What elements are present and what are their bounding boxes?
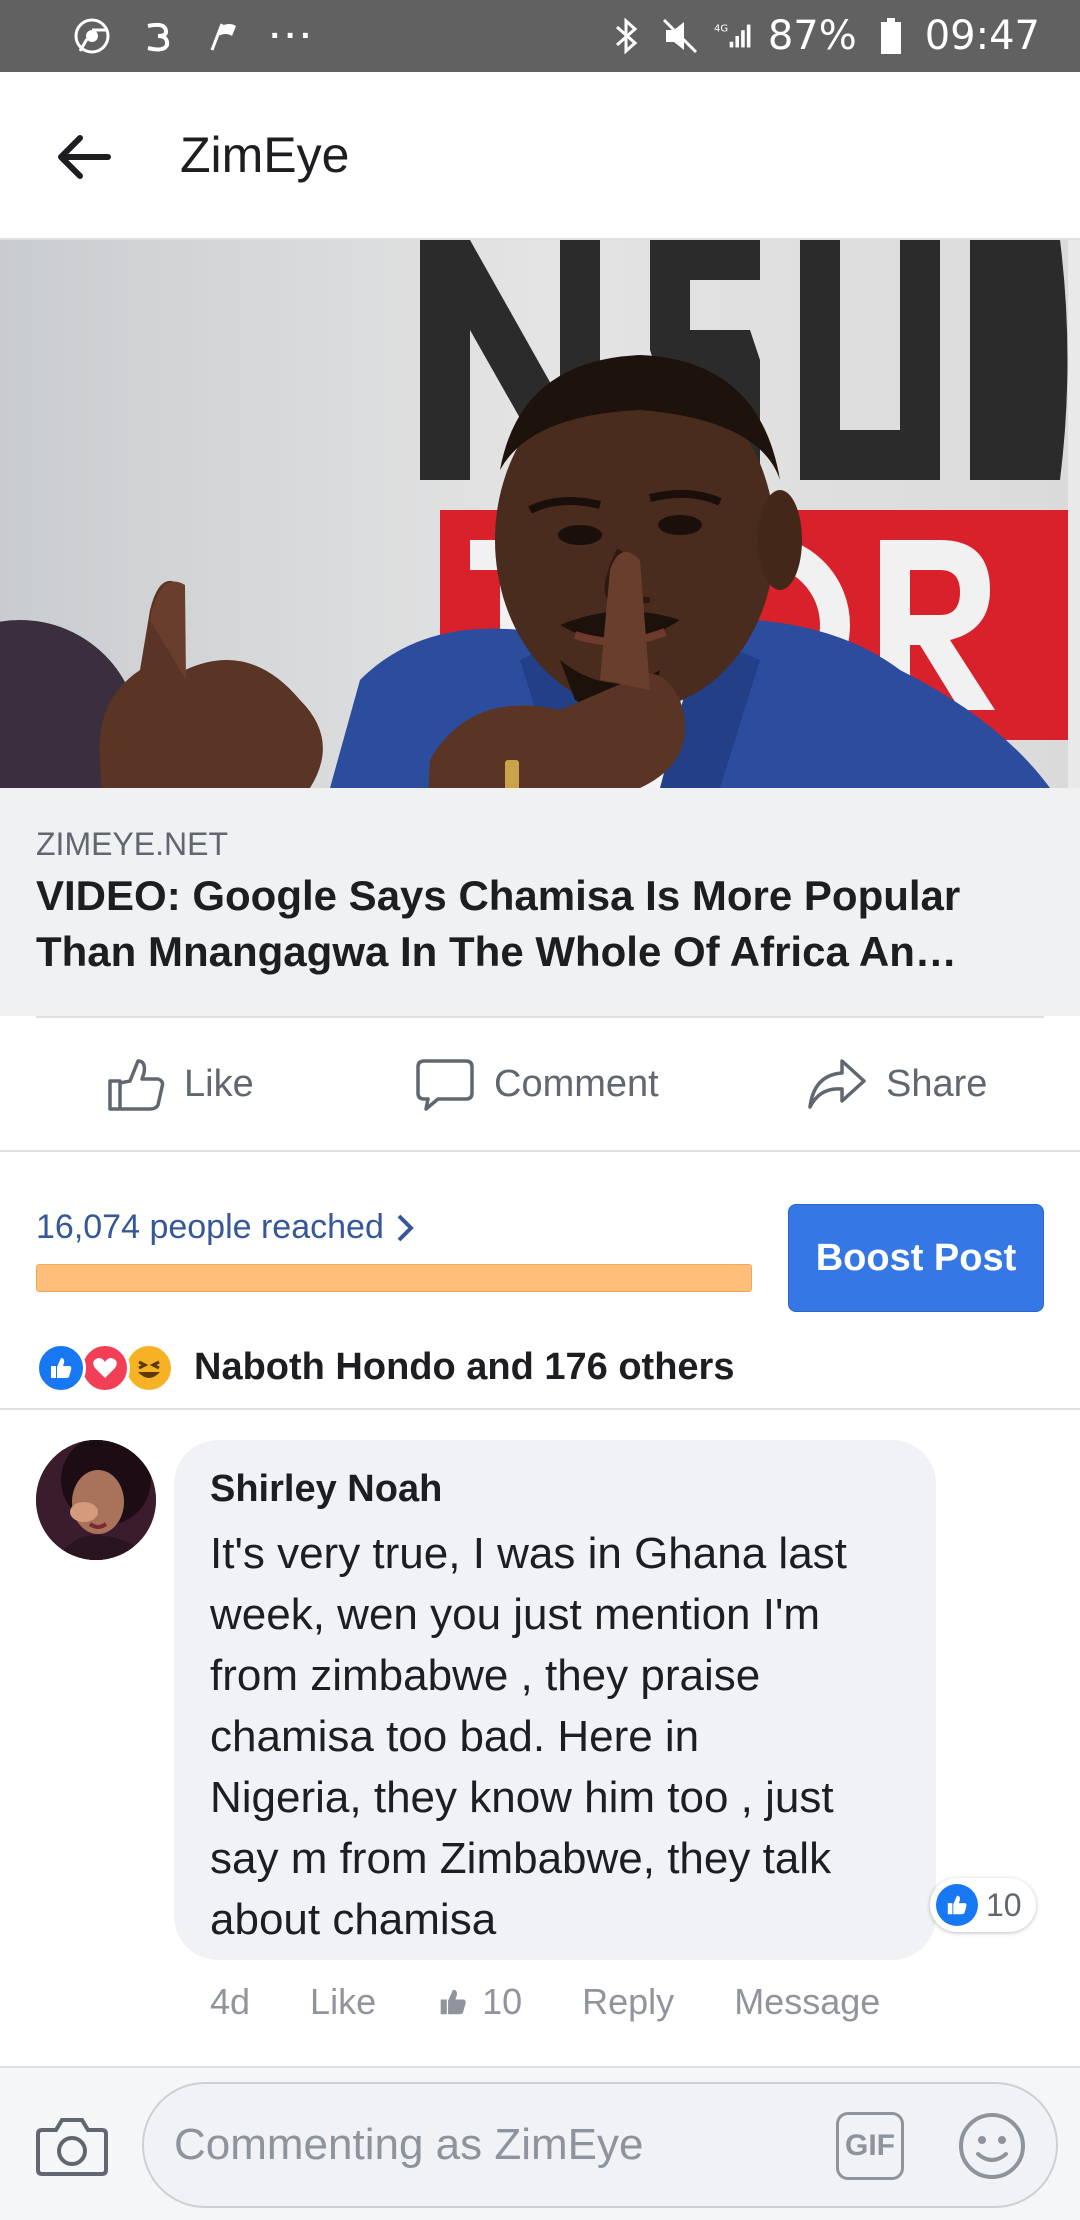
page-title: ZimEye xyxy=(180,127,350,183)
comment-input[interactable]: Commenting as ZimEye GIF xyxy=(142,2082,1058,2208)
comment-likes[interactable]: 10 xyxy=(436,1981,522,2023)
like-reaction-icon xyxy=(36,1343,86,1393)
battery-icon xyxy=(871,16,911,56)
thumbs-up-icon xyxy=(440,1989,466,2015)
people-reached-link[interactable]: 16,074 people reached xyxy=(36,1208,416,1247)
comment-age: 4d xyxy=(210,1981,251,2022)
comment-reaction-count[interactable]: 10 xyxy=(930,1878,1036,1932)
arrow-left-icon xyxy=(58,135,111,179)
share-arrow-icon xyxy=(808,1059,866,1109)
boost-post-button[interactable]: Boost Post xyxy=(788,1204,1044,1312)
chrome-icon xyxy=(72,16,112,56)
comment-input-placeholder: Commenting as ZimEye xyxy=(174,2120,644,2169)
people-reached-text: 16,074 people reached xyxy=(36,1208,384,1246)
comment-like-button[interactable]: Like xyxy=(310,1981,376,2023)
status-bar: ··· 4G 87% 09:47 xyxy=(0,0,1080,72)
comment-text-line: from zimbabwe , they praise xyxy=(210,1651,761,1700)
chevron-right-icon xyxy=(397,1214,414,1241)
comment-author[interactable]: Shirley Noah xyxy=(210,1468,900,1511)
comment-label: Comment xyxy=(494,1062,659,1105)
like-button[interactable]: Like xyxy=(104,1018,254,1150)
comment-text-line: It's very true, I was in Ghana last xyxy=(210,1529,847,1578)
comment-text-line: chamisa too bad. Here in xyxy=(210,1712,700,1761)
link-title: VIDEO: Google Says Chamisa Is More Popul… xyxy=(36,868,1046,980)
like-label: Like xyxy=(184,1062,254,1105)
sticker-button[interactable] xyxy=(956,2110,1028,2182)
app-bar: ZimEye xyxy=(0,72,1080,240)
link-preview[interactable]: ZIMEYE.NET VIDEO: Google Says Chamisa Is… xyxy=(0,788,1080,1016)
comment-reaction-number: 10 xyxy=(986,1886,1022,1923)
post-actions: Like Comment Share xyxy=(0,1018,1080,1150)
comment-text: It's very true, I was in Ghana last week… xyxy=(210,1523,900,1950)
love-reaction-icon xyxy=(80,1343,130,1393)
reactors-summary[interactable]: Naboth Hondo and 176 others xyxy=(194,1346,734,1389)
comment-message-button[interactable]: Message xyxy=(734,1981,880,2023)
comment-text-line: week, wen you just mention I'm xyxy=(210,1590,821,1639)
battery-percent: 87% xyxy=(767,13,857,59)
comment-text-line: say m from Zimbabwe, they talk xyxy=(210,1834,832,1883)
divider xyxy=(0,1150,1080,1152)
avatar[interactable] xyxy=(36,1440,156,1560)
camera-button[interactable] xyxy=(34,2108,110,2184)
three-network-icon xyxy=(138,16,178,56)
thumbs-up-icon xyxy=(108,1059,165,1111)
reach-progress-bar xyxy=(36,1264,752,1292)
comment-bubble-icon xyxy=(416,1059,474,1111)
speaker-photo xyxy=(0,240,1080,788)
comment-reply-button[interactable]: Reply xyxy=(582,1981,674,2023)
flag-icon xyxy=(204,16,244,56)
camera-icon xyxy=(36,2118,108,2176)
more-notifications-icon: ··· xyxy=(270,16,316,55)
link-title-line: Than Mnangagwa In The Whole Of Africa An… xyxy=(36,928,957,975)
haha-reaction-icon xyxy=(124,1343,174,1393)
clock: 09:47 xyxy=(924,13,1040,59)
share-button[interactable]: Share xyxy=(806,1018,987,1150)
comment-composer: Commenting as ZimEye GIF xyxy=(0,2066,1080,2220)
signal-icon: 4G xyxy=(714,16,754,56)
link-title-line: VIDEO: Google Says Chamisa Is More Popul… xyxy=(36,872,961,919)
like-reaction-icon xyxy=(936,1884,978,1926)
mute-icon xyxy=(660,16,700,56)
divider xyxy=(0,1408,1080,1410)
share-label: Share xyxy=(886,1062,988,1105)
post-link-image[interactable] xyxy=(0,240,1080,788)
status-bar-notifications: ··· xyxy=(72,0,316,72)
comment-text-line: Nigeria, they know him too , just xyxy=(210,1773,834,1822)
comment-button[interactable]: Comment xyxy=(414,1018,659,1150)
status-bar-system: 4G 87% 09:47 xyxy=(606,0,1040,72)
link-domain: ZIMEYE.NET xyxy=(36,826,229,862)
network-type-label: 4G xyxy=(714,24,728,35)
gif-button[interactable]: GIF xyxy=(836,2112,904,2180)
comment-bubble[interactable]: Shirley Noah It's very true, I was in Gh… xyxy=(174,1440,936,1960)
comment-text-line: about chamisa xyxy=(210,1895,497,1944)
smiley-icon xyxy=(959,2113,1025,2179)
comment-likes-count: 10 xyxy=(482,1981,523,2022)
comment-meta: 4d Like 10 Reply Message xyxy=(210,1976,940,2028)
bluetooth-icon xyxy=(606,16,646,56)
back-button[interactable] xyxy=(50,122,120,192)
reaction-icons[interactable] xyxy=(36,1342,174,1394)
